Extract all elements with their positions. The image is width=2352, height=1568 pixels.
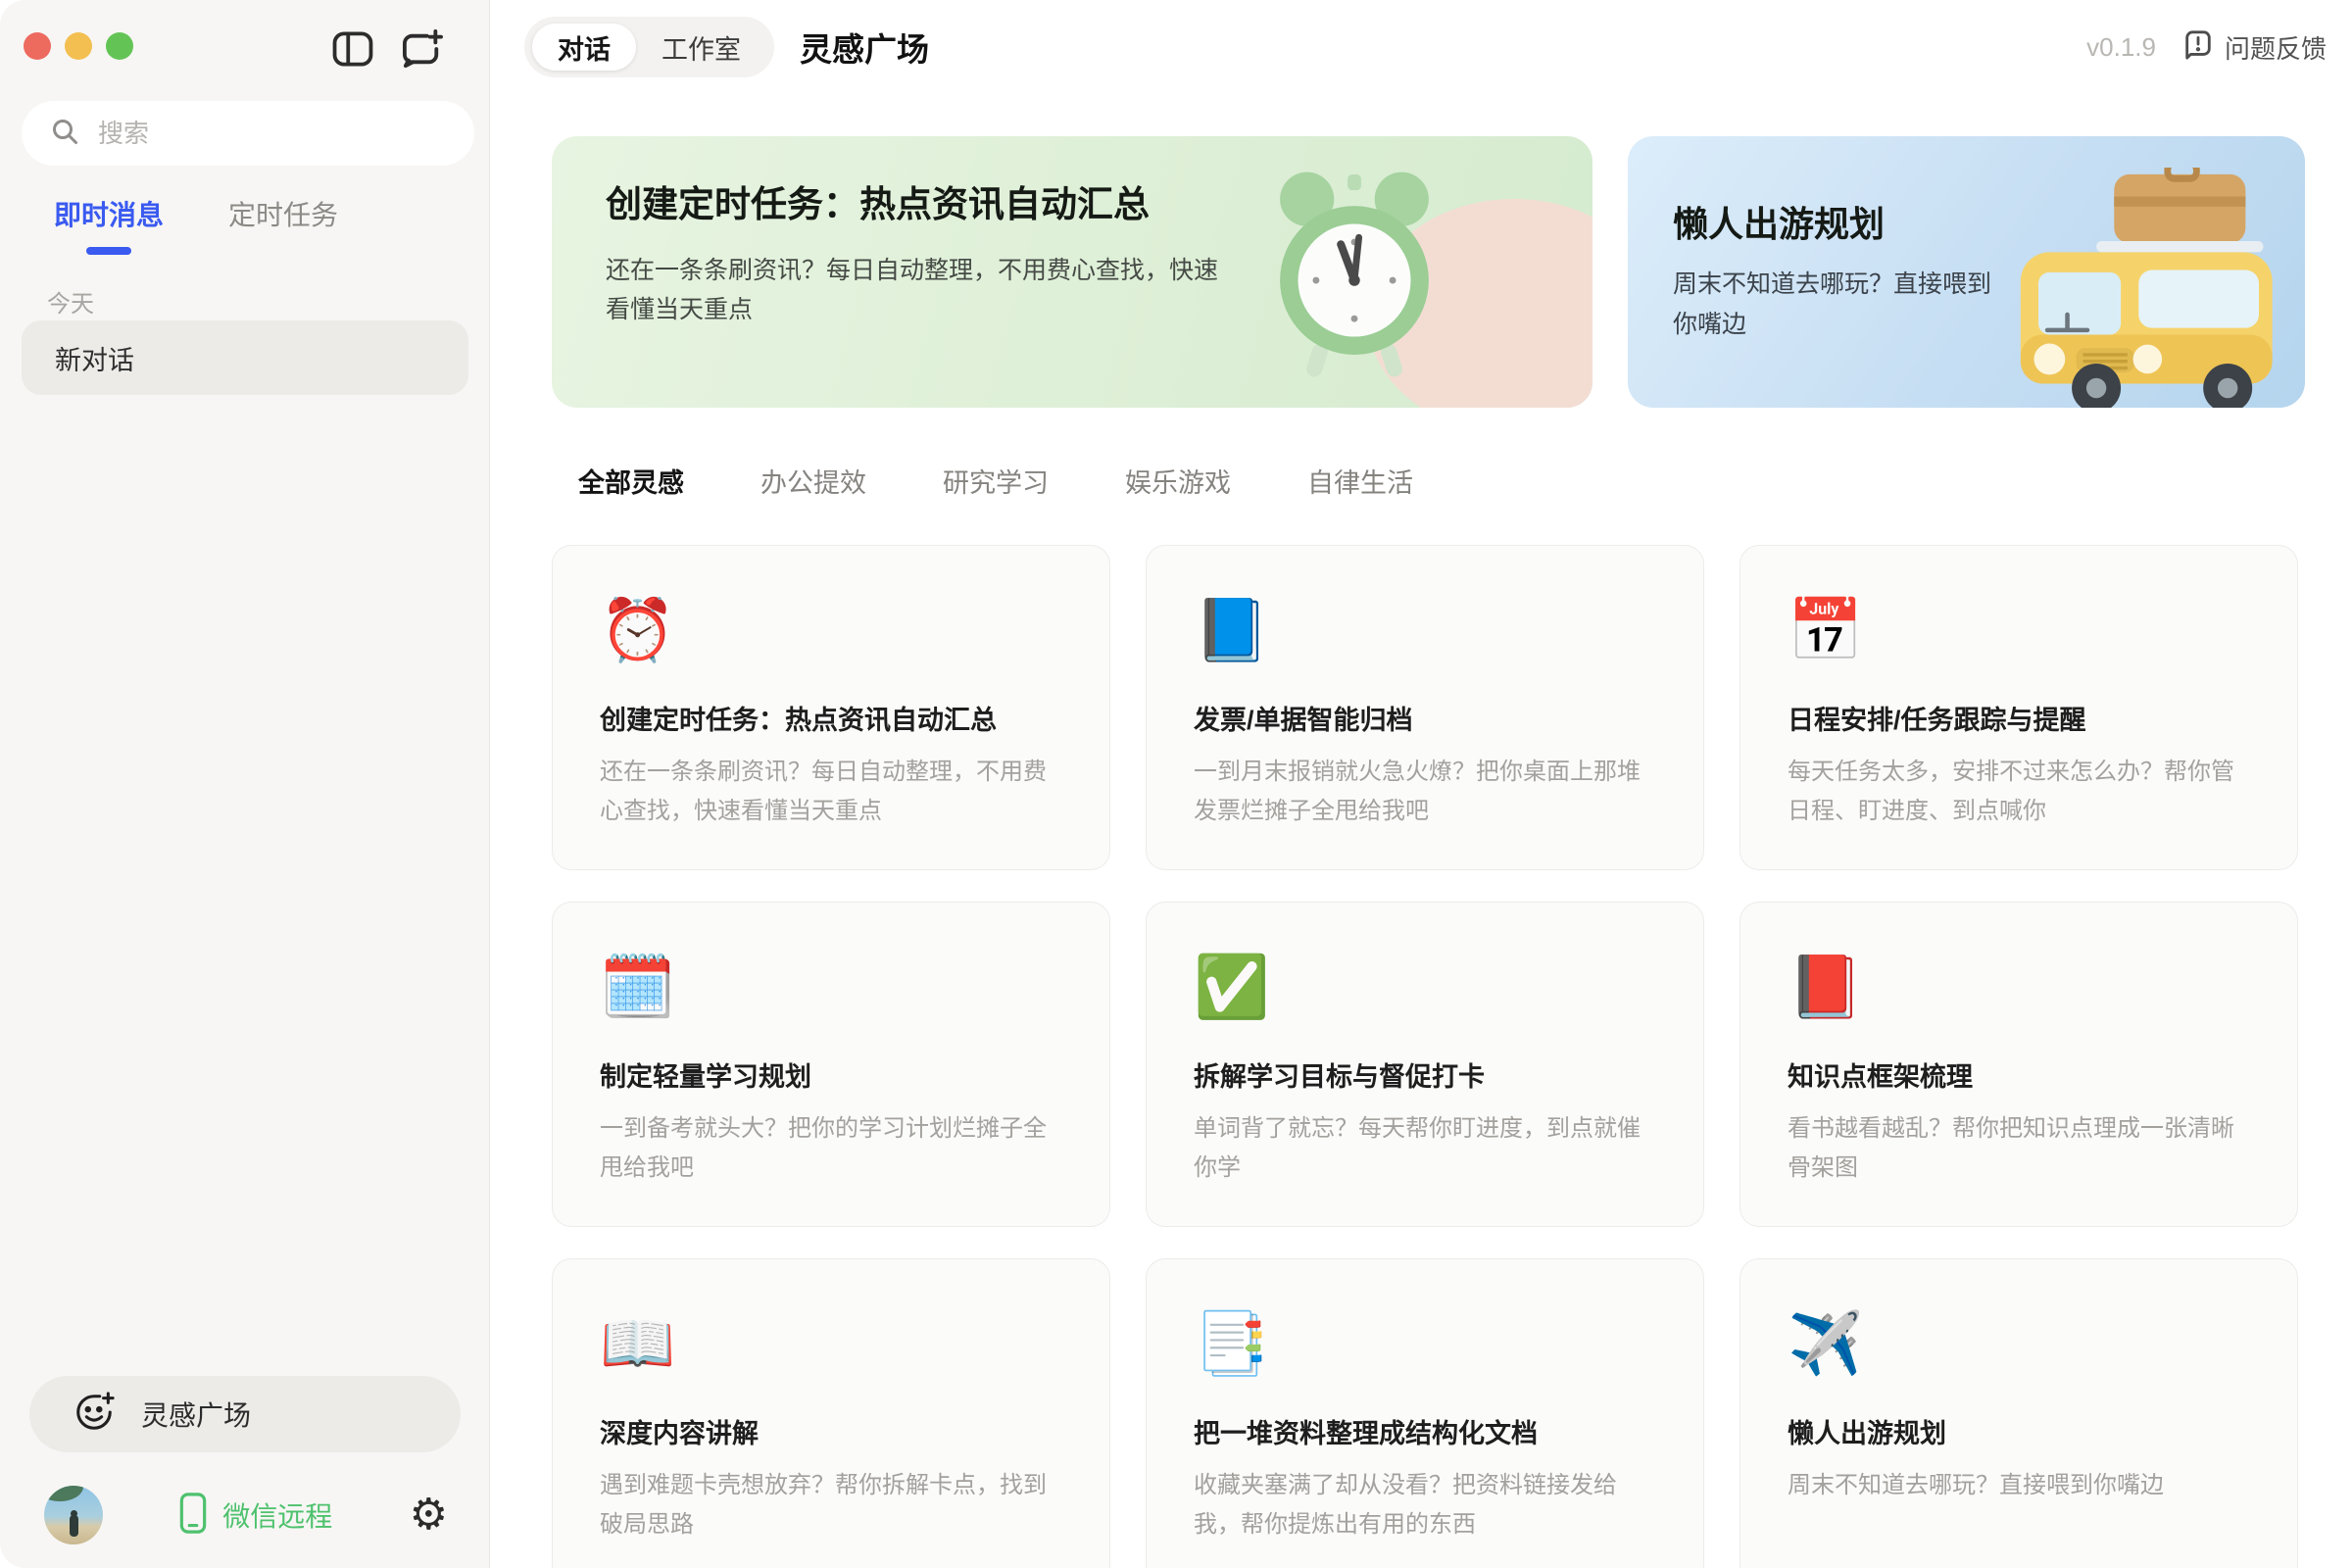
documents-icon: 📑	[1194, 1304, 1660, 1383]
alarm-clock-icon: ⏰	[600, 591, 1066, 669]
card-title: 把一堆资料整理成结构化文档	[1194, 1412, 1660, 1450]
card-title: 深度内容讲解	[600, 1412, 1066, 1450]
category-selfdiscipline[interactable]: 自律生活	[1307, 462, 1413, 500]
card-title: 拆解学习目标与督促打卡	[1194, 1055, 1660, 1094]
wechat-remote-button[interactable]: 微信远程	[179, 1492, 332, 1540]
card-description: 还在一条条刷资讯？每日自动整理，不用费心查找，快速看懂当天重点	[600, 753, 1066, 830]
tab-instant-messages[interactable]: 即时消息	[54, 194, 164, 255]
segment-chat[interactable]: 对话	[532, 24, 636, 71]
check-in-clipboard-icon: ✅	[1194, 948, 1660, 1026]
sidebar: 即时消息 定时任务 今天 新对话	[0, 0, 490, 1568]
airplane-icon: ✈️	[1788, 1304, 2254, 1383]
smiley-sparkle-icon	[73, 1391, 116, 1439]
feedback-label: 问题反馈	[2225, 29, 2327, 66]
open-book-pencil-icon: 📖	[600, 1304, 1066, 1383]
card-scheduled-news[interactable]: ⏰ 创建定时任务：热点资讯自动汇总 还在一条条刷资讯？每日自动整理，不用费心查找…	[552, 545, 1110, 870]
card-title: 日程安排/任务跟踪与提醒	[1788, 699, 2254, 737]
calendar-icon: 📅	[1788, 591, 2254, 669]
banner-description: 还在一条条刷资讯？每日自动整理，不用费心查找，快速看懂当天重点	[606, 251, 1223, 330]
zoom-window-button[interactable]	[106, 32, 133, 60]
sidebar-tabs: 即时消息 定时任务	[54, 194, 338, 255]
window-controls	[24, 32, 133, 60]
category-research[interactable]: 研究学习	[943, 462, 1049, 500]
pink-notebook-icon: 📕	[1788, 948, 2254, 1026]
inspiration-card-grid: ⏰ 创建定时任务：热点资讯自动汇总 还在一条条刷资讯？每日自动整理，不用费心查找…	[490, 500, 2352, 1568]
study-planner-icon: 🗓️	[600, 948, 1066, 1026]
sidebar-footer: 微信远程 ⚙	[0, 1484, 489, 1546]
main-area: 对话 工作室 灵感广场 v0.1.9 问题反馈	[490, 0, 2352, 1568]
search-icon	[51, 118, 78, 150]
card-description: 每天任务太多，安排不过来怎么办？帮你管日程、盯进度、到点喊你	[1788, 753, 2254, 830]
category-entertainment[interactable]: 娱乐游戏	[1125, 462, 1231, 500]
banner-description: 周末不知道去哪玩？直接喂到你嘴边	[1673, 265, 2011, 344]
card-study-checkin[interactable]: ✅ 拆解学习目标与督促打卡 单词背了就忘？每天帮你盯进度，到点就催你学	[1146, 902, 1704, 1227]
feedback-button[interactable]: 问题反馈	[2181, 29, 2327, 66]
card-description: 收藏夹塞满了却从没看？把资料链接发给我，帮你提炼出有用的东西	[1194, 1466, 1660, 1544]
app-window: 即时消息 定时任务 今天 新对话	[0, 0, 2352, 1568]
new-chat-icon[interactable]	[401, 29, 444, 69]
card-title: 发票/单据智能归档	[1194, 699, 1660, 737]
close-window-button[interactable]	[24, 32, 51, 60]
invoice-notebook-icon: 📘	[1194, 591, 1660, 669]
conversation-group-label: 今天	[47, 284, 94, 318]
segment-studio[interactable]: 工作室	[636, 24, 766, 71]
banner-scheduled-news[interactable]: 创建定时任务：热点资讯自动汇总 还在一条条刷资讯？每日自动整理，不用费心查找，快…	[552, 136, 1592, 408]
version-label: v0.1.9	[2086, 32, 2156, 63]
card-invoice-archive[interactable]: 📘 发票/单据智能归档 一到月末报销就火急火燎？把你桌面上那堆发票烂摊子全甩给我…	[1146, 545, 1704, 870]
category-tabs: 全部灵感 办公提效 研究学习 娱乐游戏 自律生活	[490, 408, 2352, 500]
card-study-plan[interactable]: 🗓️ 制定轻量学习规划 一到备考就头大？把你的学习计划烂摊子全甩给我吧	[552, 902, 1110, 1227]
active-tab-underline	[86, 247, 131, 255]
card-description: 一到备考就头大？把你的学习计划烂摊子全甩给我吧	[600, 1109, 1066, 1187]
feedback-icon	[2181, 29, 2215, 66]
card-title: 创建定时任务：热点资讯自动汇总	[600, 699, 1066, 737]
banner-lazy-travel[interactable]: 懒人出游规划 周末不知道去哪玩？直接喂到你嘴边	[1628, 136, 2305, 408]
card-title: 懒人出游规划	[1788, 1412, 2254, 1450]
conversation-item[interactable]: 新对话	[22, 320, 468, 395]
minimize-window-button[interactable]	[65, 32, 92, 60]
search-input[interactable]	[98, 119, 457, 149]
card-knowledge-framework[interactable]: 📕 知识点框架梳理 看书越看越乱？帮你把知识点理成一张清晰骨架图	[1740, 902, 2298, 1227]
search-box	[22, 101, 474, 166]
card-structured-docs[interactable]: 📑 把一堆资料整理成结构化文档 收藏夹塞满了却从没看？把资料链接发给我，帮你提炼…	[1146, 1258, 1704, 1568]
banner-row: 创建定时任务：热点资讯自动汇总 还在一条条刷资讯？每日自动整理，不用费心查找，快…	[490, 94, 2352, 408]
card-schedule-reminder[interactable]: 📅 日程安排/任务跟踪与提醒 每天任务太多，安排不过来怎么办？帮你管日程、盯进度…	[1740, 545, 2298, 870]
card-description: 看书越看越乱？帮你把知识点理成一张清晰骨架图	[1788, 1109, 2254, 1187]
view-segmented-control: 对话 工作室	[524, 17, 774, 77]
banner-title: 懒人出游规划	[1673, 199, 2084, 249]
tab-label: 即时消息	[54, 200, 164, 230]
card-description: 单词背了就忘？每天帮你盯进度，到点就催你学	[1194, 1109, 1660, 1187]
category-all[interactable]: 全部灵感	[578, 462, 684, 500]
card-deep-explanation[interactable]: 📖 深度内容讲解 遇到难题卡壳想放弃？帮你拆解卡点，找到破局思路	[552, 1258, 1110, 1568]
banner-title: 创建定时任务：热点资讯自动汇总	[606, 179, 1233, 231]
page-title: 灵感广场	[800, 24, 929, 71]
tab-label: 定时任务	[228, 200, 338, 230]
card-title: 制定轻量学习规划	[600, 1055, 1066, 1094]
category-office[interactable]: 办公提效	[760, 462, 866, 500]
inspiration-button-label: 灵感广场	[141, 1395, 251, 1434]
card-description: 一到月末报销就火急火燎？把你桌面上那堆发票烂摊子全甩给我吧	[1194, 753, 1660, 830]
gear-icon[interactable]: ⚙	[410, 1494, 448, 1537]
tab-scheduled-tasks[interactable]: 定时任务	[228, 194, 338, 255]
inspiration-square-button[interactable]: 灵感广场	[29, 1376, 461, 1452]
sidebar-toggle-icon[interactable]	[332, 31, 373, 67]
card-lazy-travel[interactable]: ✈️ 懒人出游规划 周末不知道去哪玩？直接喂到你嘴边	[1740, 1258, 2298, 1568]
card-description: 周末不知道去哪玩？直接喂到你嘴边	[1788, 1466, 2254, 1505]
alarm-clock-illustration	[1242, 150, 1467, 400]
avatar[interactable]	[44, 1486, 103, 1544]
main-header: 对话 工作室 灵感广场 v0.1.9 问题反馈	[490, 0, 2352, 94]
conversation-title: 新对话	[55, 339, 134, 377]
card-title: 知识点框架梳理	[1788, 1055, 2254, 1094]
phone-icon	[179, 1492, 207, 1540]
card-description: 遇到难题卡壳想放弃？帮你拆解卡点，找到破局思路	[600, 1466, 1066, 1544]
wechat-remote-label: 微信远程	[222, 1495, 332, 1535]
